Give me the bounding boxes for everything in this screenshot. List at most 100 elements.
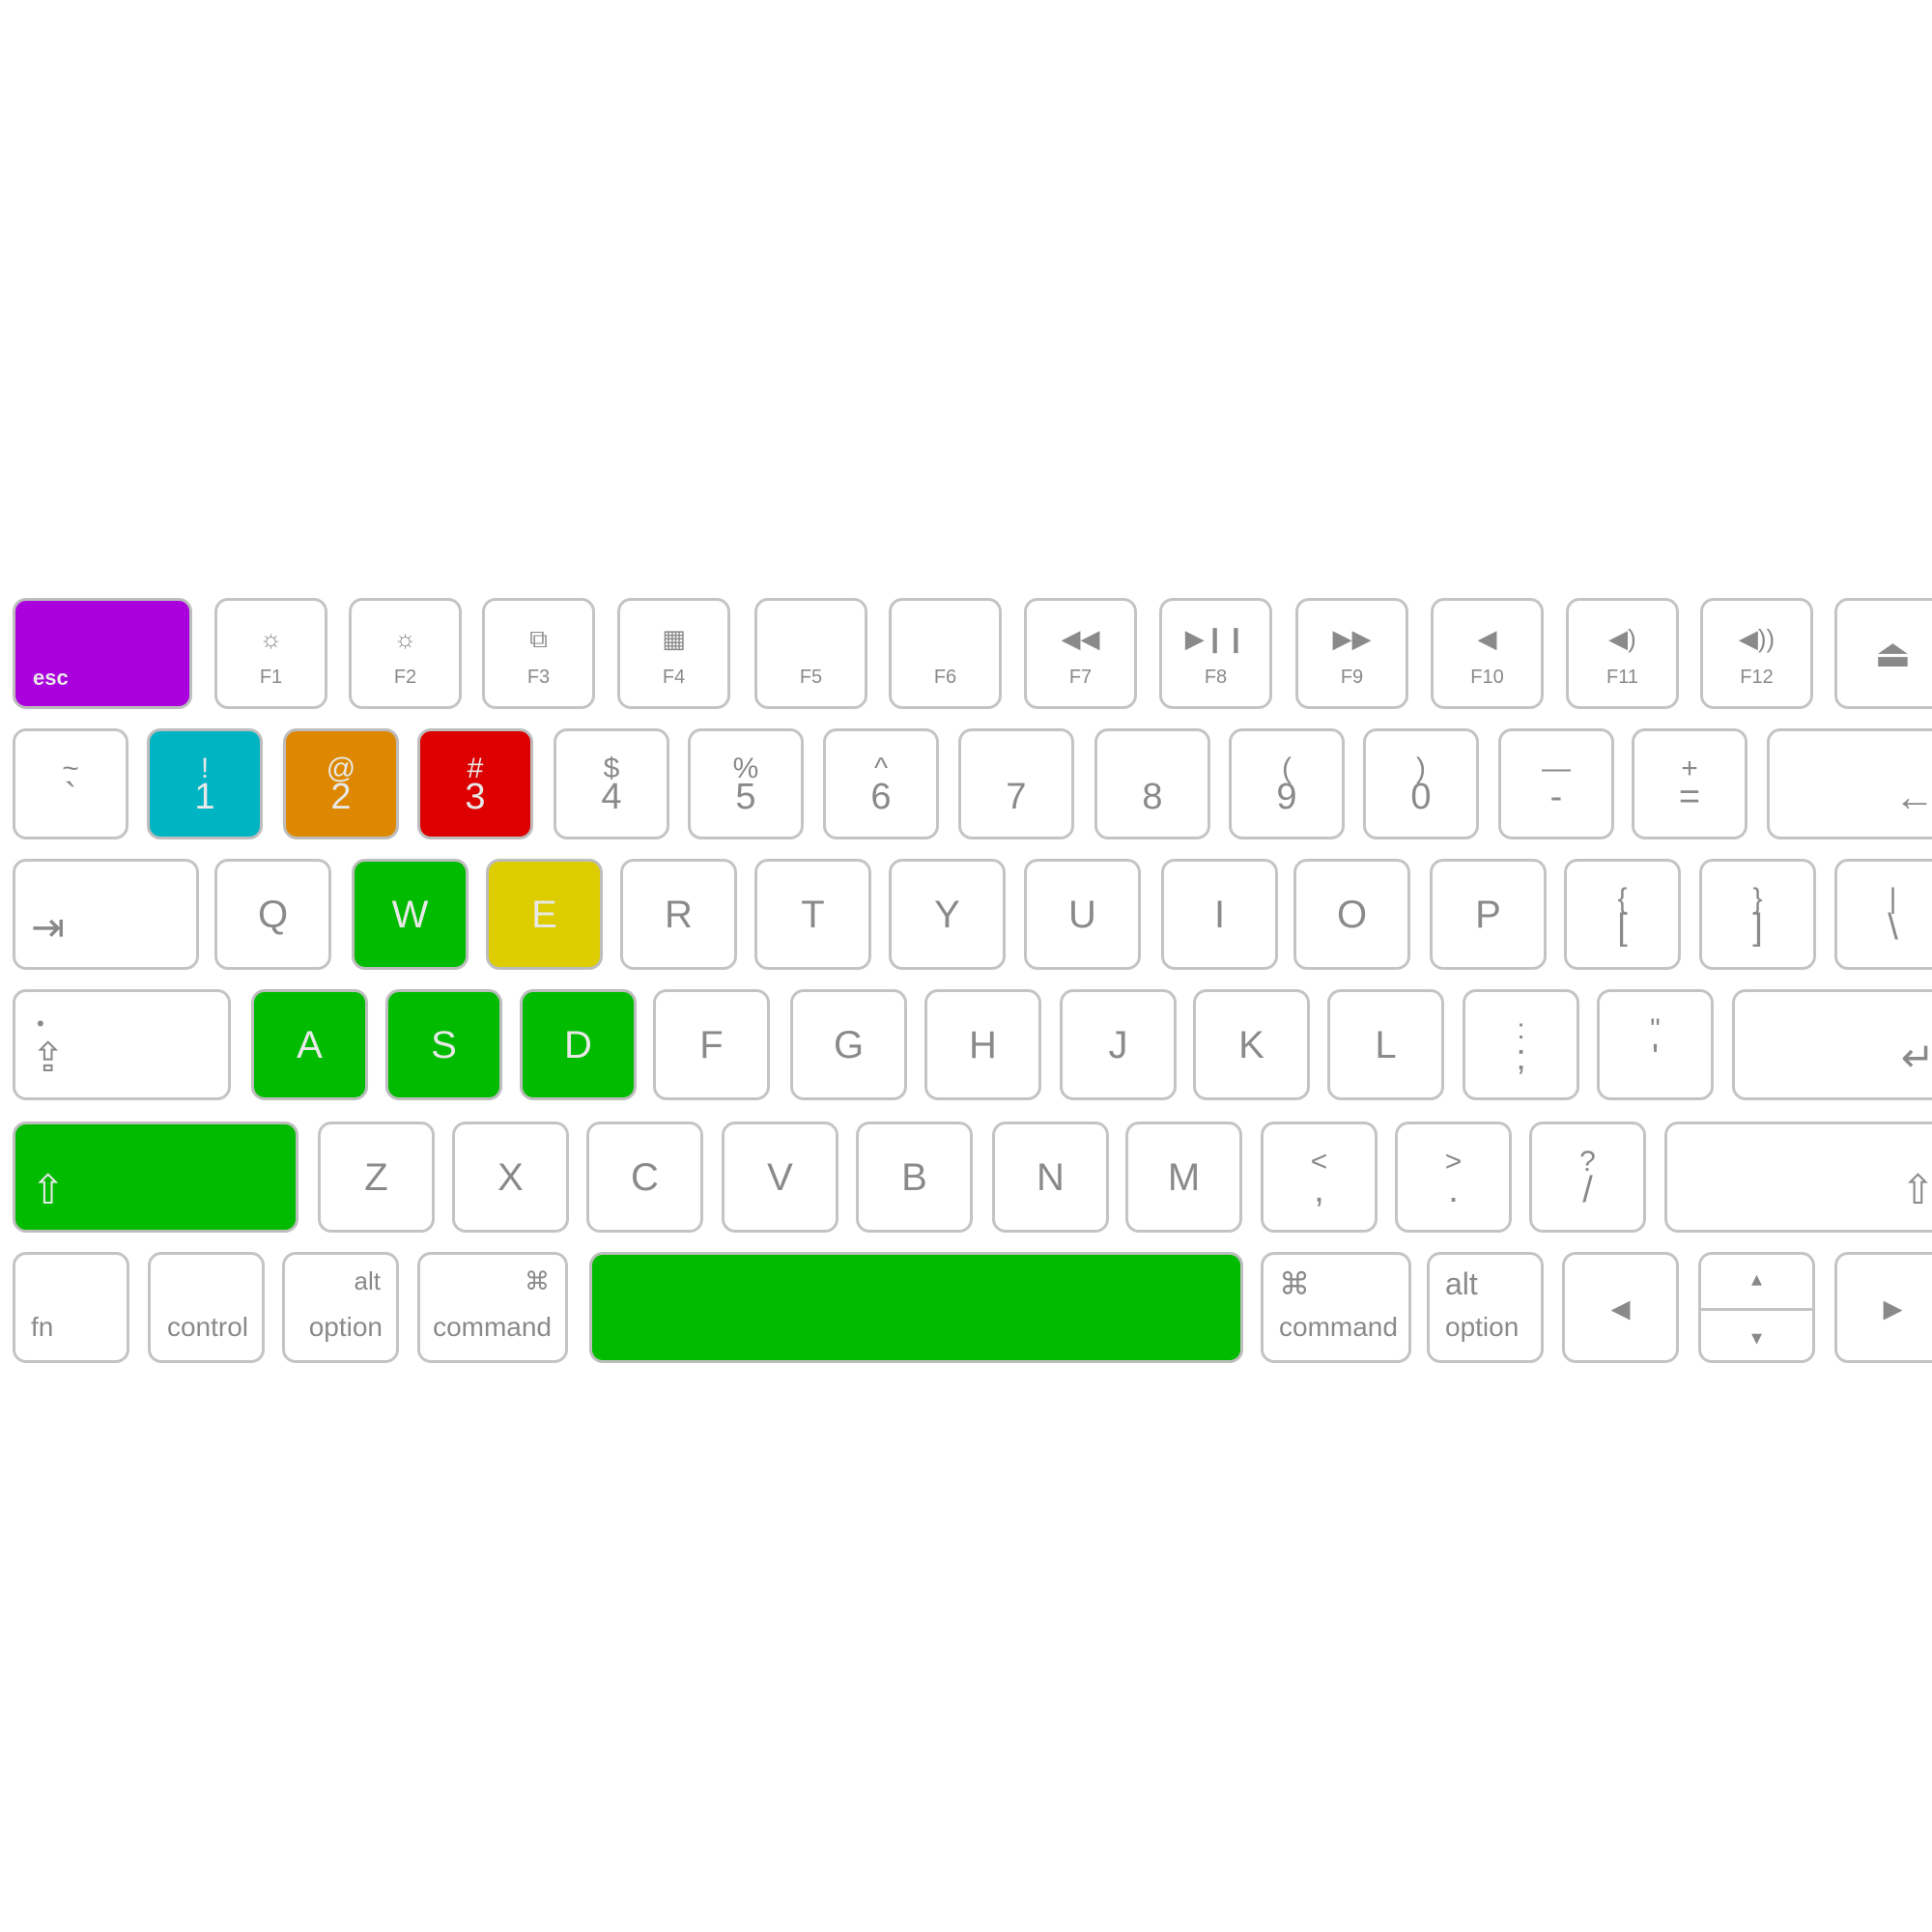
- key-comma[interactable]: <,: [1261, 1122, 1378, 1233]
- key-w[interactable]: W: [352, 859, 469, 970]
- key-label: W: [391, 893, 429, 936]
- key-q[interactable]: Q: [214, 859, 331, 970]
- key-v[interactable]: V: [722, 1122, 838, 1233]
- key-label: ]: [1752, 907, 1763, 948]
- key-label: X: [497, 1155, 524, 1199]
- key-label: F3: [526, 667, 551, 688]
- key-rshift[interactable]: ⇧: [1664, 1122, 1932, 1233]
- key-2[interactable]: @2: [283, 728, 399, 839]
- key-label: Q: [257, 893, 289, 936]
- key-4[interactable]: $4: [554, 728, 669, 839]
- key-fn[interactable]: fn: [13, 1252, 129, 1363]
- key-e[interactable]: E: [486, 859, 603, 970]
- key-label: F8: [1204, 667, 1228, 688]
- key-f12[interactable]: ◀)) F12: [1700, 598, 1813, 709]
- key-label: command: [1279, 1312, 1398, 1342]
- key-rbracket[interactable]: }]: [1699, 859, 1816, 970]
- key-loption[interactable]: alt option: [282, 1252, 399, 1363]
- key-backslash[interactable]: | \: [1834, 859, 1932, 970]
- key-delete[interactable]: ←: [1767, 728, 1932, 839]
- key-f5[interactable]: F5: [754, 598, 867, 709]
- key-8[interactable]: 8: [1094, 728, 1210, 839]
- key-f3[interactable]: ⧉ F3: [482, 598, 595, 709]
- key-tab[interactable]: ⇥: [13, 859, 199, 970]
- arrow-up-icon: ▴: [1750, 1266, 1763, 1291]
- shift-icon: ⇧: [31, 1167, 66, 1212]
- key-0[interactable]: ) 0: [1363, 728, 1479, 839]
- key-roption[interactable]: alt option: [1427, 1252, 1544, 1363]
- key-space[interactable]: [589, 1252, 1243, 1363]
- key-f7[interactable]: ◀◀ F7: [1024, 598, 1137, 709]
- key-b[interactable]: B: [856, 1122, 973, 1233]
- key-u[interactable]: U: [1024, 859, 1141, 970]
- key-period[interactable]: >.: [1395, 1122, 1512, 1233]
- key-h[interactable]: H: [924, 989, 1041, 1100]
- key-f6[interactable]: F6: [889, 598, 1002, 709]
- key-label: ;: [1516, 1037, 1526, 1078]
- key-i[interactable]: I: [1161, 859, 1278, 970]
- key-1[interactable]: ! 1: [147, 728, 263, 839]
- key-lshift[interactable]: ⇧: [13, 1122, 298, 1233]
- key-d[interactable]: D: [520, 989, 637, 1100]
- key-s[interactable]: S: [385, 989, 502, 1100]
- key-label: F11: [1606, 667, 1638, 688]
- key-capslock[interactable]: • ⇪: [13, 989, 231, 1100]
- key-n[interactable]: N: [992, 1122, 1109, 1233]
- key-a[interactable]: A: [251, 989, 368, 1100]
- key-label: N: [1037, 1155, 1065, 1199]
- key-c[interactable]: C: [586, 1122, 703, 1233]
- key-left[interactable]: ◂: [1562, 1252, 1679, 1363]
- function-glyph-icon: ▦: [662, 624, 686, 653]
- key-l[interactable]: L: [1327, 989, 1444, 1100]
- key-f2[interactable]: ☼ F2: [349, 598, 462, 709]
- key-y[interactable]: Y: [889, 859, 1006, 970]
- key-f8[interactable]: ▶❙❙ F8: [1159, 598, 1272, 709]
- key-grave[interactable]: ~ `: [13, 728, 128, 839]
- key-return[interactable]: ↵: [1732, 989, 1932, 1100]
- key-slash[interactable]: ? /: [1529, 1122, 1646, 1233]
- key-label: control: [166, 1312, 248, 1342]
- key-semicolon[interactable]: :;: [1463, 989, 1579, 1100]
- key-f11[interactable]: ◀) F11: [1566, 598, 1679, 709]
- key-minus[interactable]: — -: [1498, 728, 1614, 839]
- key-6[interactable]: ^ 6: [823, 728, 939, 839]
- key-control[interactable]: control: [148, 1252, 265, 1363]
- key-f1[interactable]: ☼ F1: [214, 598, 327, 709]
- key-label: H: [969, 1023, 997, 1066]
- key-lbracket[interactable]: {[: [1564, 859, 1681, 970]
- key-esc[interactable]: esc: [13, 598, 192, 709]
- key-label: alt: [1445, 1266, 1478, 1301]
- key-label: esc: [33, 666, 69, 690]
- key-updown[interactable]: ▴ ▾: [1698, 1252, 1815, 1363]
- key-g[interactable]: G: [790, 989, 907, 1100]
- key-label: F7: [1068, 667, 1093, 688]
- key-j[interactable]: J: [1060, 989, 1177, 1100]
- key-rcommand[interactable]: ⌘ command: [1261, 1252, 1411, 1363]
- key-f[interactable]: F: [653, 989, 770, 1100]
- key-m[interactable]: M: [1125, 1122, 1242, 1233]
- key-label: F10: [1470, 667, 1504, 688]
- key-9[interactable]: (9: [1229, 728, 1345, 839]
- key-label: \: [1888, 907, 1898, 948]
- key-label: option: [1445, 1312, 1520, 1342]
- key-f10[interactable]: ◀ F10: [1431, 598, 1544, 709]
- key-p[interactable]: P: [1430, 859, 1547, 970]
- function-glyph-icon: ◀: [1477, 624, 1497, 653]
- key-k[interactable]: K: [1193, 989, 1310, 1100]
- key-3[interactable]: #3: [417, 728, 533, 839]
- key-7[interactable]: 7: [958, 728, 1074, 839]
- key-o[interactable]: O: [1293, 859, 1410, 970]
- key-t[interactable]: T: [754, 859, 871, 970]
- key-equal[interactable]: + =: [1632, 728, 1747, 839]
- key-f9[interactable]: ▶▶ F9: [1295, 598, 1408, 709]
- key-5[interactable]: % 5: [688, 728, 804, 839]
- key-r[interactable]: R: [620, 859, 737, 970]
- key-eject[interactable]: ⏏: [1834, 598, 1932, 709]
- key-z[interactable]: Z: [318, 1122, 435, 1233]
- key-right[interactable]: ▸: [1834, 1252, 1932, 1363]
- key-lcommand[interactable]: ⌘ command: [417, 1252, 568, 1363]
- key-f4[interactable]: ▦ F4: [617, 598, 730, 709]
- key-x[interactable]: X: [452, 1122, 569, 1233]
- function-glyph-icon: ▶▶: [1332, 624, 1372, 653]
- key-quote[interactable]: " ': [1597, 989, 1714, 1100]
